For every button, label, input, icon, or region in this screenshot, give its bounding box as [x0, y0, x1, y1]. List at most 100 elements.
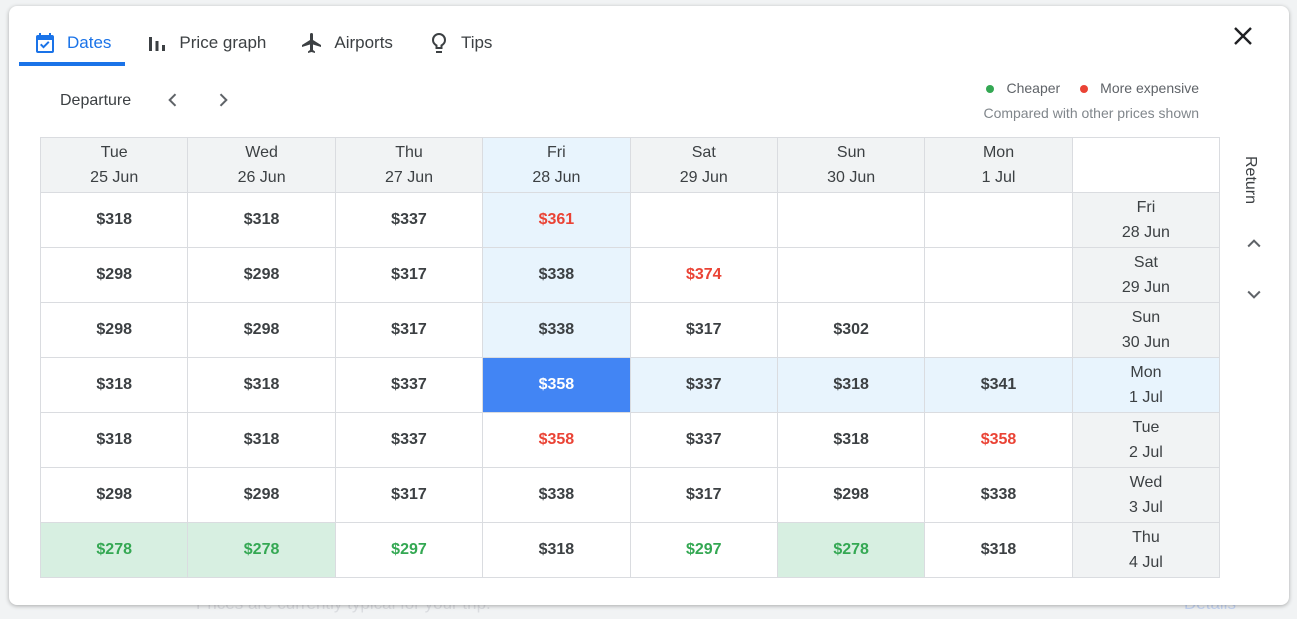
date: 29 Jun [1121, 279, 1170, 296]
price-cell[interactable]: $358 [482, 357, 631, 413]
price-cell[interactable]: $338 [482, 247, 631, 303]
date-grid-dialog: Dates Price graph Airports Tips Departur… [9, 6, 1289, 605]
return-next-chevron-down-icon[interactable] [1244, 284, 1264, 304]
price-cell[interactable]: $341 [924, 357, 1073, 413]
price-cell[interactable]: $338 [924, 467, 1073, 523]
departure-date-header[interactable]: Tue 25 Jun [39, 137, 189, 193]
price-cell[interactable]: $317 [629, 302, 778, 358]
price-cell[interactable]: $298 [187, 467, 336, 523]
legend-cheaper-label: Cheaper [1006, 80, 1061, 96]
departure-date-header[interactable]: Mon 1 Jul [924, 137, 1073, 193]
price-cell[interactable]: $317 [629, 467, 778, 523]
price-cell[interactable]: $337 [629, 357, 778, 413]
price-cell[interactable]: $318 [187, 192, 336, 248]
return-date-header[interactable]: Fri 28 Jun [1071, 192, 1221, 248]
price-cell[interactable]: $318 [776, 412, 926, 468]
empty-cell [629, 192, 778, 248]
price-cell[interactable]: $278 [187, 522, 336, 578]
date: 26 Jun [237, 169, 286, 186]
return-date-header[interactable]: Sun 30 Jun [1071, 302, 1221, 358]
tab-label: Tips [460, 33, 493, 52]
price-cell[interactable]: $298 [39, 302, 189, 358]
price-cell[interactable]: $337 [334, 412, 484, 468]
date: 1 Jul [1129, 389, 1163, 406]
price-cell[interactable]: $278 [39, 522, 189, 578]
tab-tips[interactable]: Tips [413, 20, 507, 66]
weekday: Wed [1129, 474, 1163, 491]
weekday: Sun [1131, 309, 1161, 326]
departure-prev-chevron-left-icon[interactable] [163, 90, 183, 110]
date: 3 Jul [1129, 499, 1163, 516]
price-row: $298 $298 $317 $338 $317 $298 $338 Wed 3 Jul [39, 467, 1221, 523]
close-icon[interactable] [1231, 24, 1255, 48]
departure-date-header[interactable]: Wed 26 Jun [187, 137, 336, 193]
departure-date-header[interactable]: Fri 28 Jun [482, 137, 631, 193]
weekday: Sat [1133, 254, 1158, 271]
price-cell[interactable]: $302 [776, 302, 926, 358]
departure-header-row: Tue 25 Jun Wed 26 Jun Thu 27 Jun Fri 28 Jun Sat 2… [39, 137, 1221, 193]
weekday: Thu [395, 144, 423, 161]
date: 28 Jun [1121, 224, 1170, 241]
tab-bar: Dates Price graph Airports Tips [19, 20, 512, 66]
price-cell[interactable]: $317 [334, 302, 484, 358]
return-date-header[interactable]: Thu 4 Jul [1071, 522, 1221, 578]
price-cell[interactable]: $361 [482, 192, 631, 248]
price-cell[interactable]: $318 [482, 522, 631, 578]
departure-next-chevron-right-icon[interactable] [213, 90, 233, 110]
tab-dates[interactable]: Dates [19, 20, 126, 66]
departure-date-header[interactable]: Thu 27 Jun [334, 137, 484, 193]
price-cell[interactable]: $358 [482, 412, 631, 468]
date: 25 Jun [90, 169, 139, 186]
weekday: Sun [836, 144, 866, 161]
price-cell[interactable]: $318 [776, 357, 926, 413]
empty-cell [776, 192, 926, 248]
price-cell[interactable]: $338 [482, 302, 631, 358]
weekday: Mon [982, 144, 1015, 161]
price-cell[interactable]: $298 [39, 467, 189, 523]
price-cell[interactable]: $338 [482, 467, 631, 523]
return-label: Return [1242, 156, 1259, 205]
date: 1 Jul [981, 169, 1016, 186]
price-cell[interactable]: $318 [39, 412, 189, 468]
departure-date-header[interactable]: Sat 29 Jun [629, 137, 778, 193]
price-cell[interactable]: $298 [776, 467, 926, 523]
price-cell[interactable]: $317 [334, 467, 484, 523]
price-row: $318 $318 $337 $361 Fri 28 Jun [39, 192, 1221, 248]
price-cell[interactable]: $358 [924, 412, 1073, 468]
calendar-check-icon [36, 33, 54, 53]
price-cell[interactable]: $318 [39, 192, 189, 248]
green-dot-icon [986, 85, 995, 94]
date: 29 Jun [679, 169, 728, 186]
return-date-header[interactable]: Tue 2 Jul [1071, 412, 1221, 468]
price-cell[interactable]: $278 [776, 522, 926, 578]
price-cell[interactable]: $318 [187, 412, 336, 468]
price-cell[interactable]: $318 [187, 357, 336, 413]
price-cell[interactable]: $298 [187, 247, 336, 303]
date: 4 Jul [1129, 554, 1163, 571]
return-prev-chevron-up-icon[interactable] [1244, 234, 1264, 254]
return-date-header[interactable]: Mon 1 Jul [1071, 357, 1221, 413]
price-cell[interactable]: $374 [629, 247, 778, 303]
price-cell[interactable]: $318 [39, 357, 189, 413]
tab-airports[interactable]: Airports [286, 20, 407, 66]
return-date-header[interactable]: Wed 3 Jul [1071, 467, 1221, 523]
empty-cell [924, 192, 1073, 248]
price-cell[interactable]: $337 [629, 412, 778, 468]
return-date-header[interactable]: Sat 29 Jun [1071, 247, 1221, 303]
price-cell[interactable]: $298 [39, 247, 189, 303]
price-cell[interactable]: $337 [334, 192, 484, 248]
tab-price-graph[interactable]: Price graph [131, 20, 280, 66]
price-row: $318 $318 $337 $358 $337 $318 $341 Mon 1 Jul [39, 357, 1221, 413]
departure-date-header[interactable]: Sun 30 Jun [776, 137, 926, 193]
price-cell[interactable]: $297 [629, 522, 778, 578]
price-cell[interactable]: $318 [924, 522, 1073, 578]
legend-note: Compared with other prices shown [983, 105, 1199, 121]
price-cell[interactable]: $317 [334, 247, 484, 303]
price-cell[interactable]: $298 [187, 302, 336, 358]
price-row: $278 $278 $297 $318 $297 $278 $318 Thu 4 Jul [39, 522, 1221, 578]
weekday: Thu [1132, 529, 1160, 546]
lightbulb-icon [431, 33, 446, 53]
tab-label: Airports [334, 33, 393, 52]
price-cell[interactable]: $297 [334, 522, 484, 578]
price-cell[interactable]: $337 [334, 357, 484, 413]
